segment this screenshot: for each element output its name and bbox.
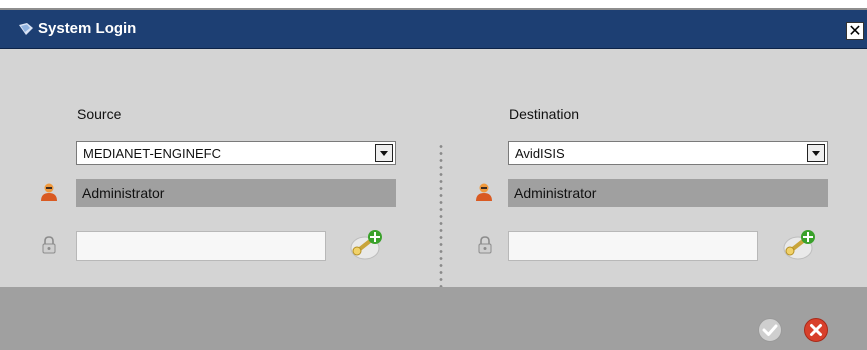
user-icon — [476, 183, 492, 201]
close-button[interactable]: ✕ — [846, 22, 864, 40]
login-content: Source MEDIANET-ENGINEFC Administrator D… — [0, 49, 867, 288]
lock-icon — [478, 236, 492, 254]
destination-add-key-icon[interactable] — [780, 227, 820, 263]
checkmark-icon[interactable] — [757, 317, 783, 343]
destination-server-value: AvidISIS — [515, 146, 565, 161]
titlebar: System Login ✕ — [0, 10, 867, 49]
destination-server-select[interactable]: AvidISIS — [508, 141, 828, 165]
source-label: Source — [77, 106, 122, 122]
destination-password-input[interactable] — [508, 231, 758, 261]
destination-username-field[interactable]: Administrator — [508, 179, 828, 207]
system-login-window: System Login ✕ Source MEDIANET-ENGINEFC … — [0, 8, 867, 350]
lock-icon — [42, 236, 56, 254]
dialog-footer — [0, 287, 867, 350]
user-icon — [41, 183, 57, 201]
source-server-select[interactable]: MEDIANET-ENGINEFC — [76, 141, 396, 165]
destination-label: Destination — [509, 106, 580, 122]
source-add-key-icon[interactable] — [347, 227, 387, 263]
source-password-input[interactable] — [76, 231, 326, 261]
source-server-value: MEDIANET-ENGINEFC — [83, 146, 221, 161]
app-window-icon — [19, 23, 33, 35]
source-username-value: Administrator — [82, 185, 165, 201]
destination-username-value: Administrator — [514, 185, 597, 201]
column-divider — [438, 143, 444, 288]
source-username-field[interactable]: Administrator — [76, 179, 396, 207]
chevron-down-icon[interactable] — [375, 144, 393, 162]
cancel-icon[interactable] — [803, 317, 829, 343]
window-title: System Login — [38, 20, 137, 37]
chevron-down-icon[interactable] — [807, 144, 825, 162]
